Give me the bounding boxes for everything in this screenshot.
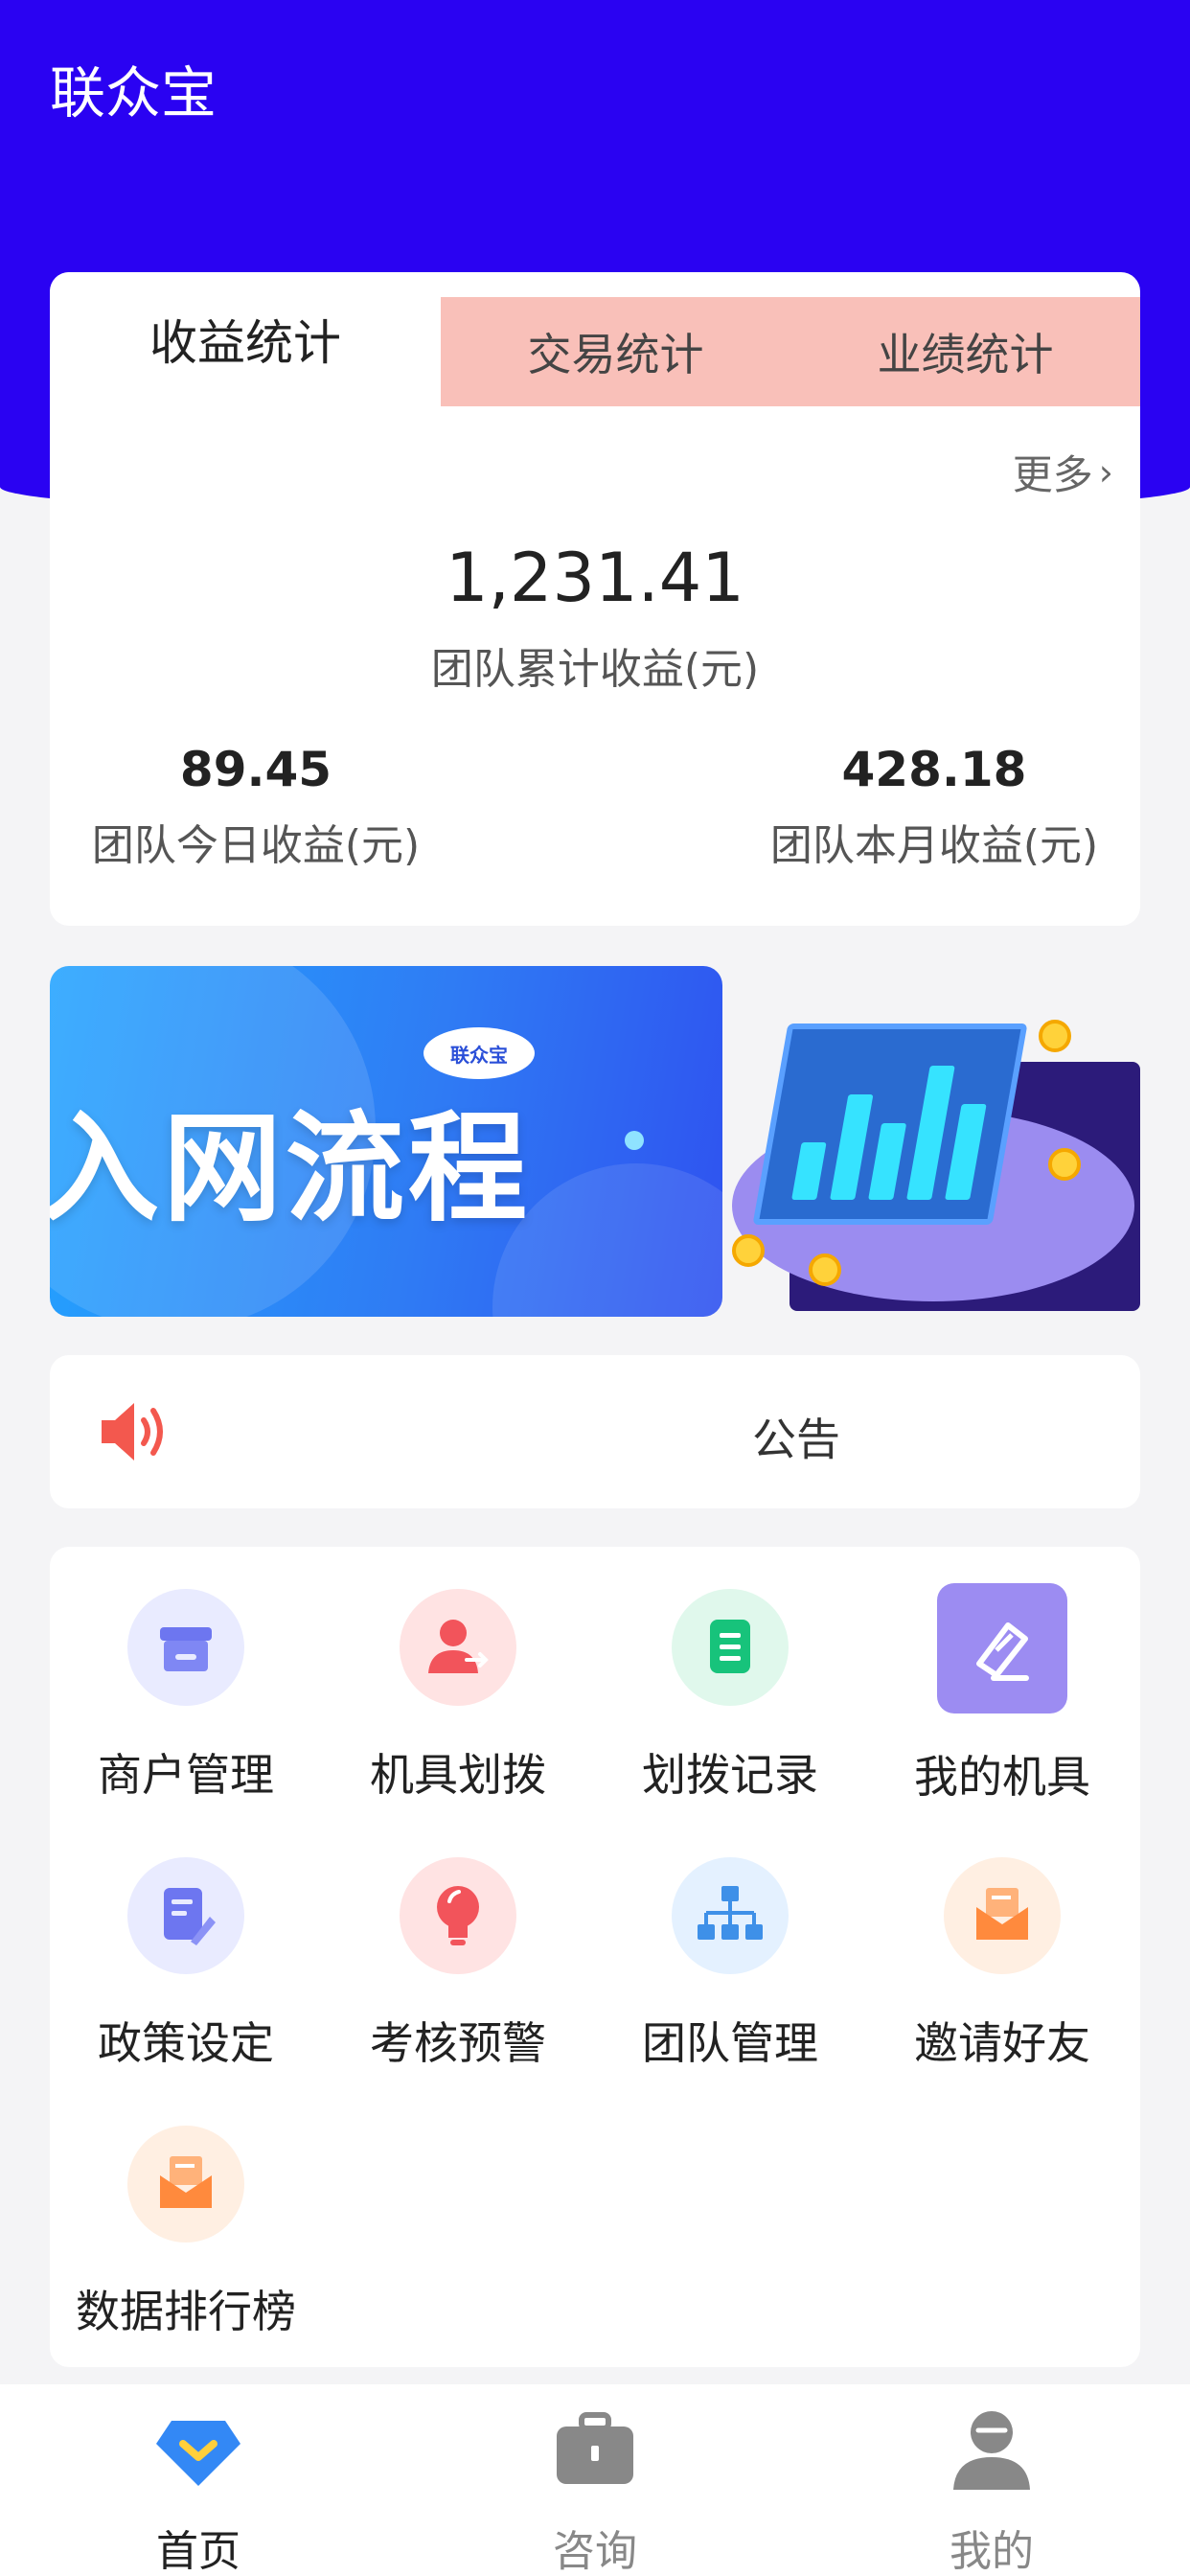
feature-menu: 商户管理 机具划拨 划拨记录 我的机具 政策设定 考核预警 团队管理 邀请好友 … <box>50 1547 1140 2367</box>
laptop-illustration <box>752 1024 1028 1225</box>
coin-icon <box>732 1234 765 1267</box>
tab-performance-stats[interactable]: 业绩统计 <box>790 297 1140 406</box>
team-total-income-label: 团队累计收益(元) <box>430 645 760 694</box>
menu-item-my-devices[interactable]: 我的机具 <box>866 1583 1138 1806</box>
notice-label: 公告 <box>752 1414 840 1465</box>
menu-item-team-management[interactable]: 团队管理 <box>594 1857 866 2072</box>
more-link[interactable]: 更多 › <box>1013 443 1113 501</box>
team-total-income-value: 1,231.41 <box>446 539 744 617</box>
store-icon <box>127 1589 244 1706</box>
tabbar-label-mine: 我的 <box>950 2527 1034 2576</box>
app-title: 联众宝 <box>50 60 217 126</box>
menu-item-invite-friends[interactable]: 邀请好友 <box>866 1857 1138 2072</box>
tabbar-item-consult[interactable]: 咨询 <box>397 2404 793 2576</box>
stats-card: 收益统计 交易统计 业绩统计 更多 › 1,231.41 团队累计收益(元) 8… <box>50 272 1140 926</box>
card-edit-icon <box>937 1583 1067 1714</box>
tabbar-item-mine[interactable]: 我的 <box>793 2404 1190 2576</box>
briefcase-icon <box>557 2412 633 2484</box>
user-transfer-icon <box>400 1589 516 1706</box>
menu-item-data-ranking[interactable]: 数据排行榜 <box>50 2126 322 2340</box>
banner-title: 入网流程 <box>50 1100 532 1238</box>
menu-item-merchant-management[interactable]: 商户管理 <box>50 1589 322 1804</box>
tab-transaction-stats[interactable]: 交易统计 <box>441 297 790 406</box>
team-today-income-value: 89.45 <box>179 742 332 797</box>
bottom-tabbar: 首页 咨询 我的 <box>0 2384 1190 2576</box>
menu-item-device-transfer[interactable]: 机具划拨 <box>322 1589 594 1804</box>
tabbar-item-home[interactable]: 首页 <box>0 2404 397 2576</box>
coin-icon <box>1039 1020 1071 1052</box>
menu-item-policy-settings[interactable]: 政策设定 <box>50 1857 322 2072</box>
menu-item-transfer-records[interactable]: 划拨记录 <box>594 1589 866 1804</box>
user-icon <box>953 2411 1030 2490</box>
banner-slide-onboarding[interactable]: 联众宝 入网流程 <box>50 966 722 1317</box>
coin-icon <box>1048 1148 1081 1181</box>
team-month-income: 428.18 团队本月收益(元) <box>757 742 1111 872</box>
menu-label: 邀请好友 <box>914 2017 1090 2069</box>
org-chart-icon <box>672 1857 789 1974</box>
coin-icon <box>809 1254 841 1286</box>
document-list-icon <box>672 1589 789 1706</box>
stats-tabs: 收益统计 交易统计 业绩统计 <box>50 272 1140 406</box>
tabbar-label-home: 首页 <box>156 2527 240 2576</box>
menu-label: 划拨记录 <box>642 1749 818 1801</box>
mail-envelope-icon <box>127 2126 244 2242</box>
lightbulb-icon <box>400 1857 516 1974</box>
team-month-income-value: 428.18 <box>841 742 1027 797</box>
menu-label: 团队管理 <box>642 2017 818 2069</box>
menu-item-assessment-warning[interactable]: 考核预警 <box>322 1857 594 2072</box>
home-diamond-icon <box>156 2421 240 2486</box>
team-today-income: 89.45 团队今日收益(元) <box>79 742 433 872</box>
menu-label: 政策设定 <box>98 2017 274 2069</box>
banner-slide-laptop[interactable] <box>732 966 1140 1317</box>
menu-label: 我的机具 <box>914 1751 1090 1803</box>
team-month-income-label: 团队本月收益(元) <box>769 821 1099 870</box>
menu-label: 考核预警 <box>370 2017 546 2069</box>
chevron-right-icon: › <box>1098 450 1113 494</box>
tab-income-stats[interactable]: 收益统计 <box>50 272 441 406</box>
notice-bar[interactable]: 公告 <box>50 1355 1140 1508</box>
banner-carousel[interactable]: 联众宝 入网流程 <box>50 966 1140 1317</box>
tabbar-label-consult: 咨询 <box>553 2527 637 2576</box>
more-label: 更多 <box>1012 451 1093 498</box>
edit-document-icon <box>127 1857 244 1974</box>
team-today-income-label: 团队今日收益(元) <box>91 821 421 870</box>
menu-label: 商户管理 <box>98 1749 274 1801</box>
menu-label: 机具划拨 <box>370 1749 546 1801</box>
menu-label: 数据排行榜 <box>76 2286 296 2337</box>
mail-envelope-icon <box>944 1857 1061 1974</box>
